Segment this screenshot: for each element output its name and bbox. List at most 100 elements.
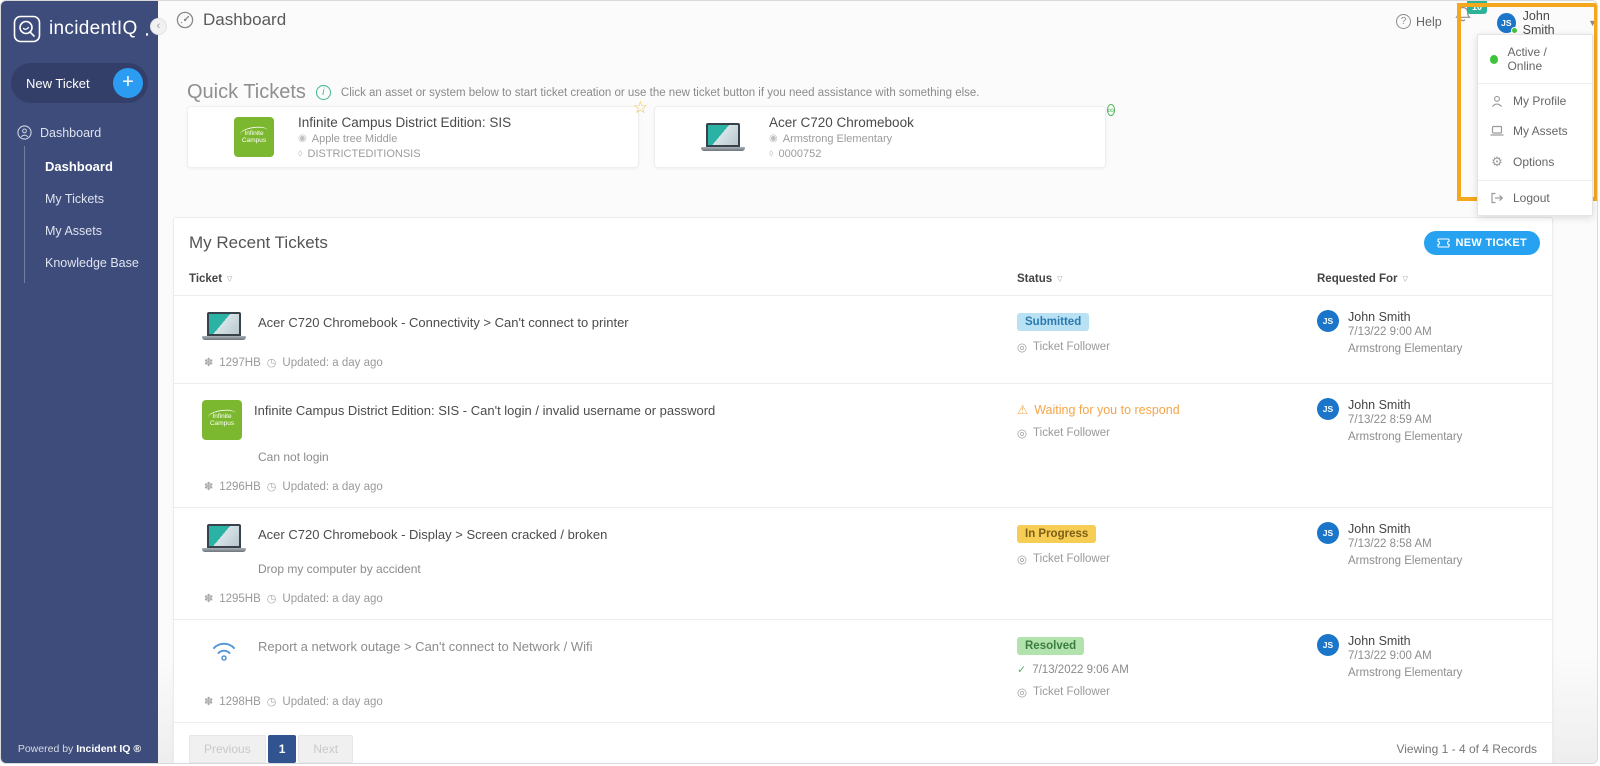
info-icon: i	[316, 85, 331, 100]
requester-avatar: JS	[1317, 634, 1339, 656]
card-tag: DISTRICTEDITIONSIS	[308, 148, 421, 160]
ticket-meta: ✽1296HB ◷Updated: a day ago	[204, 480, 1017, 493]
help-button[interactable]: ? Help	[1396, 14, 1442, 29]
sort-icon[interactable]: ▽	[1057, 275, 1062, 283]
logo-dot	[146, 33, 148, 36]
current-page-button[interactable]: 1	[268, 735, 297, 763]
previous-page-button[interactable]: Previous	[189, 735, 266, 763]
sidebar-item-dashboard[interactable]: Dashboard	[25, 150, 158, 183]
infinite-campus-logo: InfiniteCampus	[234, 117, 274, 157]
gear-icon: ⚙	[1490, 154, 1504, 170]
sidebar: incidentIQ New Ticket + Dashboard Dashbo…	[1, 1, 158, 763]
user-menu-button[interactable]: JS John Smith ▼	[1497, 9, 1597, 37]
ticket-title: Infinite Campus District Edition: SIS - …	[254, 400, 715, 440]
table-row[interactable]: Report a network outage > Can't connect …	[174, 619, 1552, 722]
logo-text: incidentIQ	[49, 18, 138, 40]
quick-ticket-card-infinite-campus[interactable]: InfiniteCampus Infinite Campus District …	[187, 106, 639, 168]
active-status-icon	[1490, 55, 1498, 64]
requester-avatar: JS	[1317, 398, 1339, 420]
sidebar-item-my-assets[interactable]: My Assets	[25, 215, 158, 247]
user-dropdown-menu: Active / Online My Profile My Assets ⚙ O…	[1477, 34, 1593, 216]
laptop-icon	[1490, 125, 1504, 137]
table-row[interactable]: InfiniteCampus Infinite Campus District …	[174, 383, 1552, 507]
sidebar-collapse-button[interactable]: ‹	[150, 18, 167, 35]
new-ticket-label: New Ticket	[26, 76, 90, 91]
requester-name: John Smith	[1348, 634, 1462, 648]
clock-icon: ◷	[267, 592, 277, 605]
follower-icon: ◎	[1017, 685, 1027, 699]
chromebook-thumbnail	[202, 312, 246, 340]
ticket-meta: ✽1297HB ◷Updated: a day ago	[204, 356, 1017, 369]
pagination: Previous 1 Next	[189, 735, 353, 763]
wifi-icon	[202, 636, 246, 667]
card-location: Armstrong Elementary	[783, 133, 892, 145]
request-date: 7/13/22 9:00 AM	[1348, 326, 1462, 338]
location-pin-icon: ◉	[298, 133, 307, 144]
notifications-button[interactable]: 10	[1454, 5, 1476, 29]
table-row[interactable]: Acer C720 Chromebook - Connectivity > Ca…	[174, 295, 1552, 383]
ticket-number-icon: ✽	[204, 695, 213, 708]
sidebar-item-my-tickets[interactable]: My Tickets	[25, 183, 158, 215]
user-avatar: JS	[1497, 13, 1516, 33]
follower-icon: ◎	[1017, 340, 1027, 354]
column-ticket: Ticket▽	[189, 273, 1017, 285]
menu-item-logout[interactable]: Logout	[1478, 183, 1592, 213]
sort-icon[interactable]: ▽	[227, 275, 232, 283]
ticket-subtitle: Can not login	[258, 450, 1017, 464]
clock-icon: ◷	[267, 695, 277, 708]
quick-ticket-card-chromebook[interactable]: Acer C720 Chromebook ◉Armstrong Elementa…	[654, 106, 1106, 168]
quick-tickets-description: Click an asset or system below to start …	[341, 87, 980, 99]
menu-item-my-profile[interactable]: My Profile	[1478, 86, 1592, 116]
menu-item-options[interactable]: ⚙ Options	[1478, 146, 1592, 178]
table-row[interactable]: Acer C720 Chromebook - Display > Screen …	[174, 507, 1552, 619]
sidebar-section-dashboard[interactable]: Dashboard	[1, 119, 158, 146]
incidentiq-logo[interactable]: incidentIQ	[1, 1, 158, 53]
menu-item-my-assets[interactable]: My Assets	[1478, 116, 1592, 146]
sort-icon[interactable]: ▽	[1403, 275, 1408, 283]
notification-count-badge: 10	[1467, 0, 1487, 14]
new-ticket-cta-button[interactable]: NEW TICKET	[1424, 231, 1540, 255]
user-circle-icon	[17, 125, 32, 140]
ticket-meta: ✽1295HB ◷Updated: a day ago	[204, 592, 1017, 605]
ticket-follower: ◎Ticket Follower	[1017, 426, 1317, 440]
ticket-follower: ◎Ticket Follower	[1017, 552, 1317, 566]
quick-tickets-title: Quick Tickets	[187, 81, 306, 104]
menu-divider	[1478, 180, 1592, 181]
column-status: Status▽	[1017, 273, 1317, 285]
new-ticket-button[interactable]: New Ticket +	[11, 63, 148, 103]
page-title: Dashboard	[176, 10, 286, 30]
request-date: 7/13/22 8:58 AM	[1348, 538, 1462, 550]
next-page-button[interactable]: Next	[298, 735, 353, 763]
infinite-campus-logo: InfiniteCampus	[202, 400, 242, 440]
requester-avatar: JS	[1317, 522, 1339, 544]
link-icon[interactable]: ∞	[1107, 98, 1115, 118]
help-icon: ?	[1396, 14, 1411, 29]
request-site: Armstrong Elementary	[1348, 555, 1462, 567]
logout-icon	[1490, 192, 1504, 204]
warning-icon: ⚠	[1017, 402, 1028, 417]
check-icon: ✓	[1017, 663, 1026, 676]
location-pin-icon: ◉	[769, 133, 778, 144]
status-waiting: ⚠Waiting for you to respond	[1017, 400, 1317, 417]
ticket-number-icon: ✽	[204, 356, 213, 369]
request-date: 7/13/22 8:59 AM	[1348, 414, 1462, 426]
sidebar-item-knowledge-base[interactable]: Knowledge Base	[25, 247, 158, 279]
resolved-date: ✓7/13/2022 9:06 AM	[1017, 663, 1317, 676]
ticket-number-icon: ✽	[204, 480, 213, 493]
incidentiq-logo-icon	[13, 15, 41, 43]
favorite-star-icon[interactable]: ☆	[633, 98, 648, 118]
card-tag: 0000752	[779, 148, 822, 160]
follower-icon: ◎	[1017, 552, 1027, 566]
requester-name: John Smith	[1348, 310, 1462, 324]
clock-icon: ◷	[267, 356, 277, 369]
powered-by: Powered by Incident IQ ®	[1, 743, 158, 755]
tag-icon: ⬨	[298, 148, 303, 159]
records-count: Viewing 1 - 4 of 4 Records	[1396, 742, 1537, 756]
menu-divider	[1478, 83, 1592, 84]
request-site: Armstrong Elementary	[1348, 431, 1462, 443]
menu-item-status[interactable]: Active / Online	[1478, 37, 1592, 81]
ticket-subtitle: Drop my computer by accident	[258, 562, 1017, 576]
request-site: Armstrong Elementary	[1348, 667, 1462, 679]
ticket-number-icon: ✽	[204, 592, 213, 605]
user-name: John Smith	[1523, 9, 1581, 37]
